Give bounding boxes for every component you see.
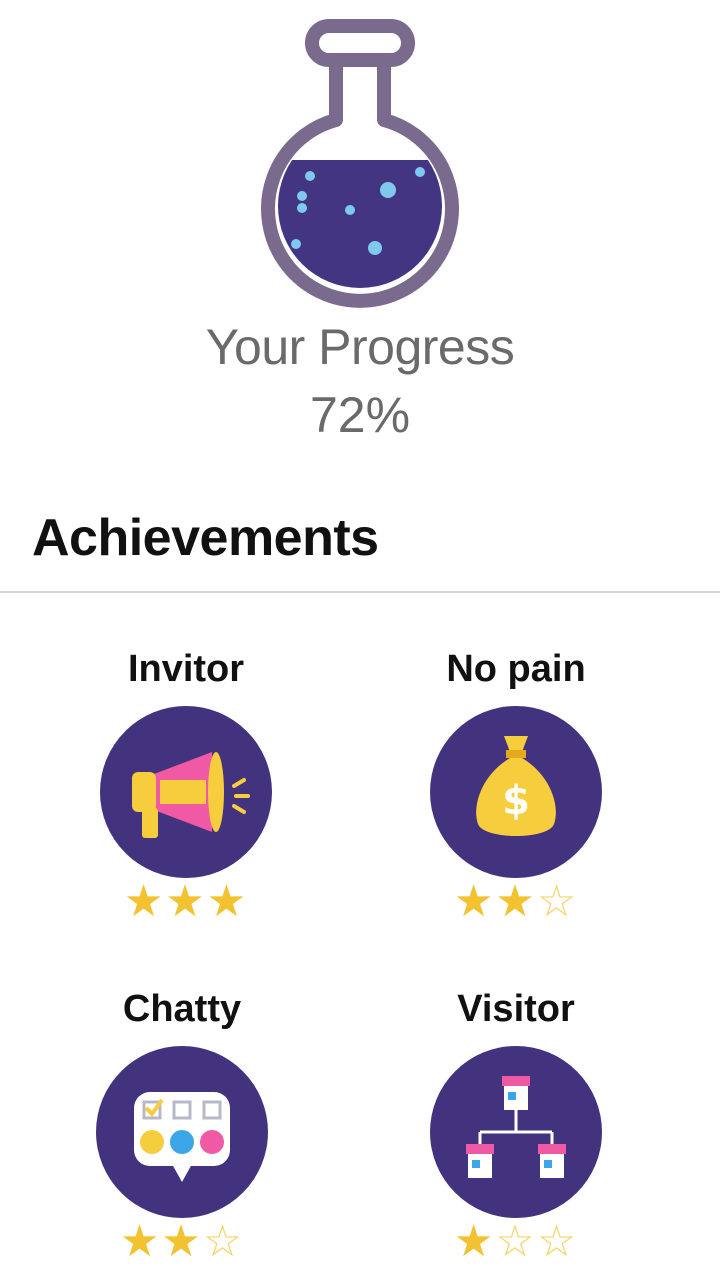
section-divider	[0, 591, 720, 593]
achievement-label: Visitor	[457, 988, 575, 1030]
star-empty-icon: ☆	[536, 877, 579, 926]
chat-bubble-icon	[96, 1046, 268, 1218]
progress-title: Your Progress	[205, 319, 515, 375]
achievement-label: Chatty	[122, 988, 242, 1030]
star-filled-icon: ★	[161, 1217, 203, 1266]
star-filled-icon: ★	[495, 877, 537, 926]
progress-percentage: 72%	[309, 387, 411, 443]
money-bag-icon: $	[430, 706, 602, 878]
store-network-icon	[430, 1046, 602, 1218]
star-empty-icon: ☆	[202, 1217, 245, 1266]
star-rating: ★★☆	[356, 880, 676, 924]
achievement-visitor[interactable]: Visitor ★☆☆	[356, 988, 676, 1288]
achievement-label: Invitor	[127, 648, 245, 690]
star-filled-icon: ★	[123, 877, 166, 926]
star-empty-icon: ☆	[536, 1217, 579, 1266]
star-filled-icon: ★	[119, 1217, 162, 1266]
chemistry-flask-icon	[261, 19, 459, 308]
megaphone-icon	[100, 706, 272, 878]
star-filled-icon: ★	[206, 877, 249, 926]
star-empty-icon: ☆	[495, 1217, 537, 1266]
achievement-invitor[interactable]: Invitor ★★★	[26, 648, 346, 948]
star-filled-icon: ★	[453, 1217, 496, 1266]
star-filled-icon: ★	[453, 877, 496, 926]
svg-text:$: $	[502, 778, 530, 824]
star-rating: ★★★	[26, 880, 346, 924]
star-filled-icon: ★	[165, 877, 207, 926]
star-rating: ★☆☆	[356, 1220, 676, 1264]
progress-flask	[210, 8, 510, 308]
achievement-no-pain[interactable]: No pain $ ★★☆	[356, 648, 676, 948]
achievement-chatty[interactable]: Chatty ★★☆	[22, 988, 342, 1288]
star-rating: ★★☆	[22, 1220, 342, 1264]
achievement-label: No pain	[446, 648, 586, 690]
achievements-heading: Achievements	[32, 509, 379, 567]
